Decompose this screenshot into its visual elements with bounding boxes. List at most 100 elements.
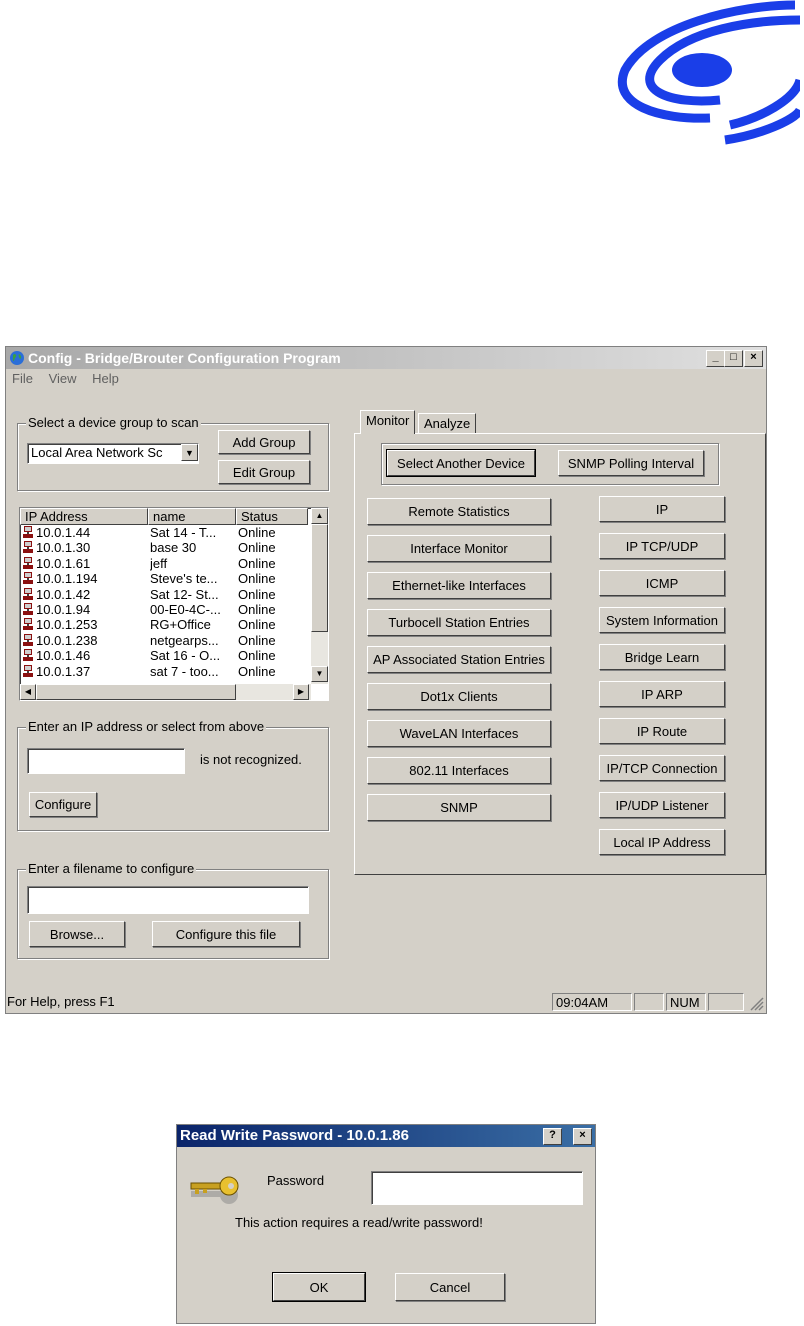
group-select[interactable]: Local Area Network Sc ▼ xyxy=(27,443,199,464)
menu-help[interactable]: Help xyxy=(92,371,119,386)
monitor-button-bridge-learn[interactable]: Bridge Learn xyxy=(599,644,725,670)
cell-ip: 10.0.1.42 xyxy=(20,587,150,602)
cell-ip: 10.0.1.37 xyxy=(20,664,150,679)
table-row[interactable]: 10.0.1.238 netgearps... Online xyxy=(20,633,328,648)
scroll-thumb[interactable] xyxy=(311,524,328,632)
monitor-button-interface-monitor[interactable]: Interface Monitor xyxy=(367,535,551,562)
resize-grip-icon[interactable] xyxy=(750,997,764,1011)
col-name[interactable]: name xyxy=(148,508,236,525)
col-status[interactable]: Status xyxy=(236,508,308,525)
password-input[interactable] xyxy=(371,1171,583,1205)
close-button[interactable]: × xyxy=(744,350,763,367)
snmp-polling-button[interactable]: SNMP Polling Interval xyxy=(558,450,704,476)
window-title: Config - Bridge/Brouter Configuration Pr… xyxy=(28,350,341,366)
cell-status: Online xyxy=(238,586,276,602)
add-group-button[interactable]: Add Group xyxy=(218,430,310,454)
monitor-button-802-11-interfaces[interactable]: 802.11 Interfaces xyxy=(367,757,551,784)
menu-file[interactable]: File xyxy=(12,371,33,386)
cell-ip: 10.0.1.253 xyxy=(20,617,150,632)
dialog-titlebar[interactable]: Read Write Password - 10.0.1.86 ? × xyxy=(177,1125,595,1147)
scroll-right-icon[interactable]: ▶ xyxy=(293,684,309,700)
dropdown-arrow-icon[interactable]: ▼ xyxy=(181,444,198,461)
scroll-down-icon[interactable]: ▼ xyxy=(311,666,328,682)
browse-button[interactable]: Browse... xyxy=(29,921,125,947)
cancel-button[interactable]: Cancel xyxy=(395,1273,505,1301)
table-row[interactable]: 10.0.1.44 Sat 14 - T... Online xyxy=(20,525,328,540)
select-device-button[interactable]: Select Another Device xyxy=(386,449,536,477)
configure-file-button[interactable]: Configure this file xyxy=(152,921,300,947)
monitor-button-icmp[interactable]: ICMP xyxy=(599,570,725,596)
password-dialog: Read Write Password - 10.0.1.86 ? × Pass… xyxy=(176,1124,596,1324)
maximize-button[interactable]: □ xyxy=(724,350,743,367)
table-row[interactable]: 10.0.1.46 Sat 16 - O... Online xyxy=(20,648,328,663)
monitor-button-ip-tcp-connection[interactable]: IP/TCP Connection xyxy=(599,755,725,781)
tab-monitor[interactable]: Monitor xyxy=(360,410,416,434)
window-titlebar[interactable]: Config - Bridge/Brouter Configuration Pr… xyxy=(6,347,766,369)
cell-name: base 30 xyxy=(150,540,197,556)
scroll-left-icon[interactable]: ◀ xyxy=(20,684,36,700)
table-row[interactable]: 10.0.1.253 RG+Office Online xyxy=(20,617,328,632)
monitor-button-ip[interactable]: IP xyxy=(599,496,725,522)
monitor-button-turbocell-station-entries[interactable]: Turbocell Station Entries xyxy=(367,609,551,636)
scroll-up-icon[interactable]: ▲ xyxy=(311,508,328,524)
device-icon xyxy=(23,618,33,631)
monitor-button-ip-udp-listener[interactable]: IP/UDP Listener xyxy=(599,792,725,818)
logo-dot xyxy=(672,53,732,87)
cell-status: Online xyxy=(238,540,276,556)
ip-group: Enter an IP address or select from above… xyxy=(17,719,329,831)
monitor-button-dot1x-clients[interactable]: Dot1x Clients xyxy=(367,683,551,710)
monitor-button-local-ip-address[interactable]: Local IP Address xyxy=(599,829,725,855)
monitor-button-snmp[interactable]: SNMP xyxy=(367,794,551,821)
table-row[interactable]: 10.0.1.42 Sat 12- St... Online xyxy=(20,587,328,602)
device-icon xyxy=(23,633,33,646)
device-icon xyxy=(23,572,33,585)
configure-button[interactable]: Configure xyxy=(29,792,97,817)
tab-analyze[interactable]: Analyze xyxy=(418,413,477,434)
monitor-button-system-information[interactable]: System Information xyxy=(599,607,725,633)
monitor-button-remote-statistics[interactable]: Remote Statistics xyxy=(367,498,551,525)
table-row[interactable]: 10.0.1.61 jeff Online xyxy=(20,556,328,571)
ip-status-text: is not recognized. xyxy=(200,752,302,767)
ip-text: 10.0.1.238 xyxy=(36,632,98,648)
device-list-header: IP Address name Status xyxy=(20,508,328,525)
minimize-button[interactable]: _ xyxy=(706,350,725,367)
filename-input[interactable] xyxy=(27,886,309,914)
device-select-box: Select Another Device SNMP Polling Inter… xyxy=(381,443,719,485)
ok-button[interactable]: OK xyxy=(272,1272,366,1302)
ip-text: 10.0.1.194 xyxy=(36,571,98,587)
dialog-close-button[interactable]: × xyxy=(573,1128,592,1145)
monitor-button-ip-tcp-udp[interactable]: IP TCP/UDP xyxy=(599,533,725,559)
cell-status: Online xyxy=(238,525,276,540)
table-row[interactable]: 10.0.1.94 00-E0-4C-... Online xyxy=(20,602,328,617)
horizontal-scrollbar[interactable]: ◀ ▶ xyxy=(20,684,311,700)
key-icon xyxy=(190,1176,239,1204)
monitor-button-ethernet-like-interfaces[interactable]: Ethernet-like Interfaces xyxy=(367,572,551,599)
ip-address-input[interactable] xyxy=(27,748,185,774)
cell-ip: 10.0.1.30 xyxy=(20,540,150,555)
edit-group-button[interactable]: Edit Group xyxy=(218,460,310,484)
cell-status: Online xyxy=(238,571,276,587)
scan-group-label: Select a device group to scan xyxy=(26,415,201,430)
status-time: 09:04AM xyxy=(552,993,632,1011)
vertical-scrollbar[interactable]: ▲ ▼ xyxy=(311,508,328,684)
cell-name: Sat 16 - O... xyxy=(150,648,221,664)
device-list[interactable]: IP Address name Status 10.0.1.44 Sat 14 -… xyxy=(19,507,329,701)
monitor-button-wavelan-interfaces[interactable]: WaveLAN Interfaces xyxy=(367,720,551,747)
cell-name: Sat 12- St... xyxy=(150,586,219,602)
menu-view[interactable]: View xyxy=(49,371,77,386)
monitor-button-ip-route[interactable]: IP Route xyxy=(599,718,725,744)
table-row[interactable]: 10.0.1.194 Steve's te... Online xyxy=(20,571,328,586)
status-caps xyxy=(634,993,664,1011)
device-icon xyxy=(23,556,33,569)
cell-name: 00-E0-4C-... xyxy=(150,601,221,617)
monitor-button-ip-arp[interactable]: IP ARP xyxy=(599,681,725,707)
device-icon xyxy=(23,587,33,600)
cell-status: Online xyxy=(238,617,276,633)
monitor-button-ap-associated-station-entries[interactable]: AP Associated Station Entries xyxy=(367,646,551,673)
ip-text: 10.0.1.37 xyxy=(36,663,91,679)
table-row[interactable]: 10.0.1.30 base 30 Online xyxy=(20,540,328,555)
dialog-help-button[interactable]: ? xyxy=(543,1128,562,1145)
hscroll-thumb[interactable] xyxy=(36,684,236,700)
table-row[interactable]: 10.0.1.37 sat 7 - too... Online xyxy=(20,664,328,679)
col-ip-address[interactable]: IP Address xyxy=(20,508,148,525)
